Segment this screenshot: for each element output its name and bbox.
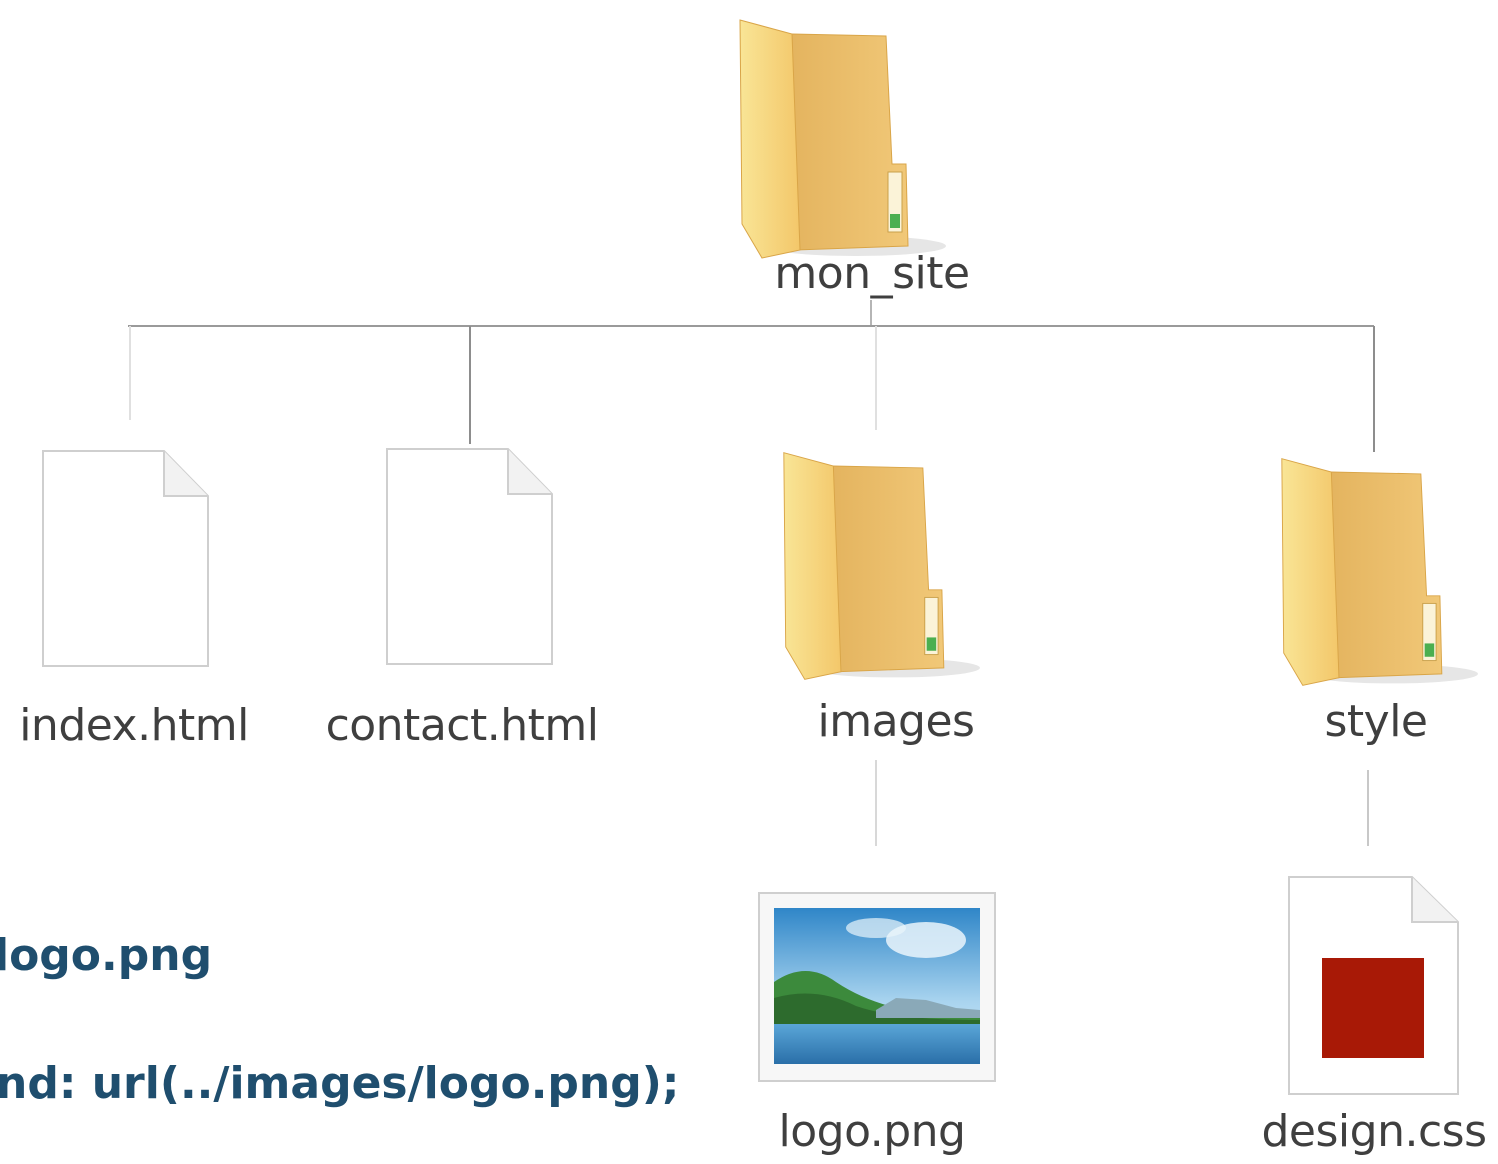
code-line-1: logo.png <box>0 930 213 981</box>
file-icon <box>386 448 553 665</box>
file-label-contact: contact.html <box>325 700 599 751</box>
image-file-icon <box>758 892 996 1082</box>
folder-icon <box>1281 458 1478 686</box>
code-line-2: nd: url(../images/logo.png); <box>0 1058 680 1109</box>
folder-icon <box>739 19 946 259</box>
folder-label-style: style <box>1324 696 1428 747</box>
image-label-logo: logo.png <box>778 1106 966 1157</box>
file-icon <box>42 450 209 667</box>
css-file-icon <box>1288 876 1459 1095</box>
css-label-design: design.css <box>1261 1106 1488 1157</box>
folder-label-images: images <box>817 696 975 747</box>
folder-icon <box>783 452 980 680</box>
file-label-index: index.html <box>19 700 249 751</box>
root-folder-label: mon_site <box>774 248 970 299</box>
